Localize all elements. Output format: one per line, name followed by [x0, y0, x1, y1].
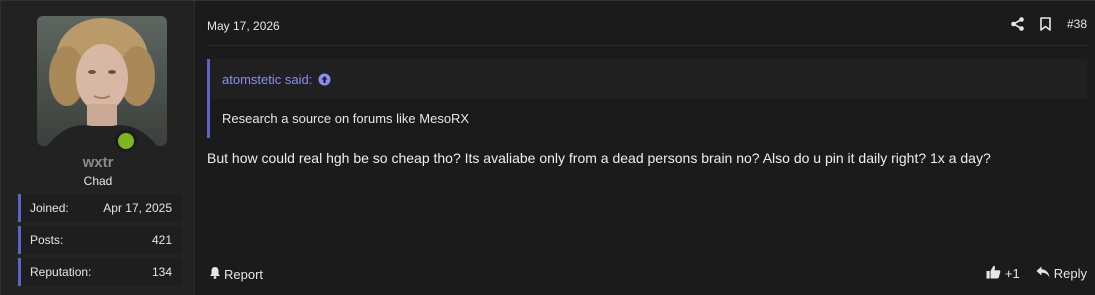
stat-value: Apr 17, 2025	[103, 201, 172, 215]
like-button[interactable]: +1	[986, 265, 1020, 282]
share-icon[interactable]	[1011, 15, 1025, 33]
online-status-indicator	[115, 130, 137, 152]
stat-reputation: Reputation: 134	[18, 258, 182, 286]
thumbs-up-icon	[986, 265, 1001, 282]
username[interactable]: wxtr	[1, 154, 195, 171]
user-title: Chad	[83, 174, 113, 188]
reply-icon	[1036, 266, 1050, 281]
stat-value: 421	[151, 233, 172, 247]
post-main: May 17, 2026 #38 atomstetic said: Resear…	[195, 1, 1095, 295]
avatar-container	[37, 16, 167, 152]
header-divider	[207, 45, 1087, 46]
report-label: Report	[224, 266, 264, 282]
post-footer-actions: +1 Reply	[986, 265, 1087, 282]
bell-icon	[209, 266, 221, 282]
post-header-actions: #38	[1011, 15, 1087, 33]
reply-button[interactable]: Reply	[1036, 266, 1087, 281]
reply-label: Reply	[1053, 266, 1087, 281]
stat-joined: Joined: Apr 17, 2025	[18, 194, 182, 222]
post-number-link[interactable]: #38	[1067, 17, 1087, 31]
quote-block: atomstetic said: Research a source on fo…	[207, 59, 1087, 138]
avatar-image	[37, 16, 167, 146]
quote-text: Research a source on forums like MesoRX	[210, 99, 1087, 138]
bookmark-icon[interactable]	[1039, 15, 1053, 33]
like-count: +1	[1004, 266, 1020, 281]
quote-header: atomstetic said:	[210, 59, 1087, 99]
post-message: But how could real hgh be so cheap tho? …	[207, 150, 991, 166]
avatar[interactable]	[37, 16, 167, 146]
stat-value: 134	[151, 265, 172, 279]
forum-post: wxtr Chad Joined: Apr 17, 2025 Posts: 42…	[0, 0, 1095, 295]
arrow-up-circle-icon[interactable]	[318, 73, 331, 86]
post-date[interactable]: May 17, 2026	[207, 19, 280, 33]
user-sidebar: wxtr Chad Joined: Apr 17, 2025 Posts: 42…	[1, 1, 195, 295]
stat-label: Joined:	[30, 201, 69, 215]
quote-author-link[interactable]: atomstetic said:	[222, 72, 312, 87]
report-button[interactable]: Report	[209, 266, 263, 282]
stat-posts: Posts: 421	[18, 226, 182, 254]
stat-label: Reputation:	[30, 265, 92, 279]
stat-label: Posts:	[30, 233, 64, 247]
